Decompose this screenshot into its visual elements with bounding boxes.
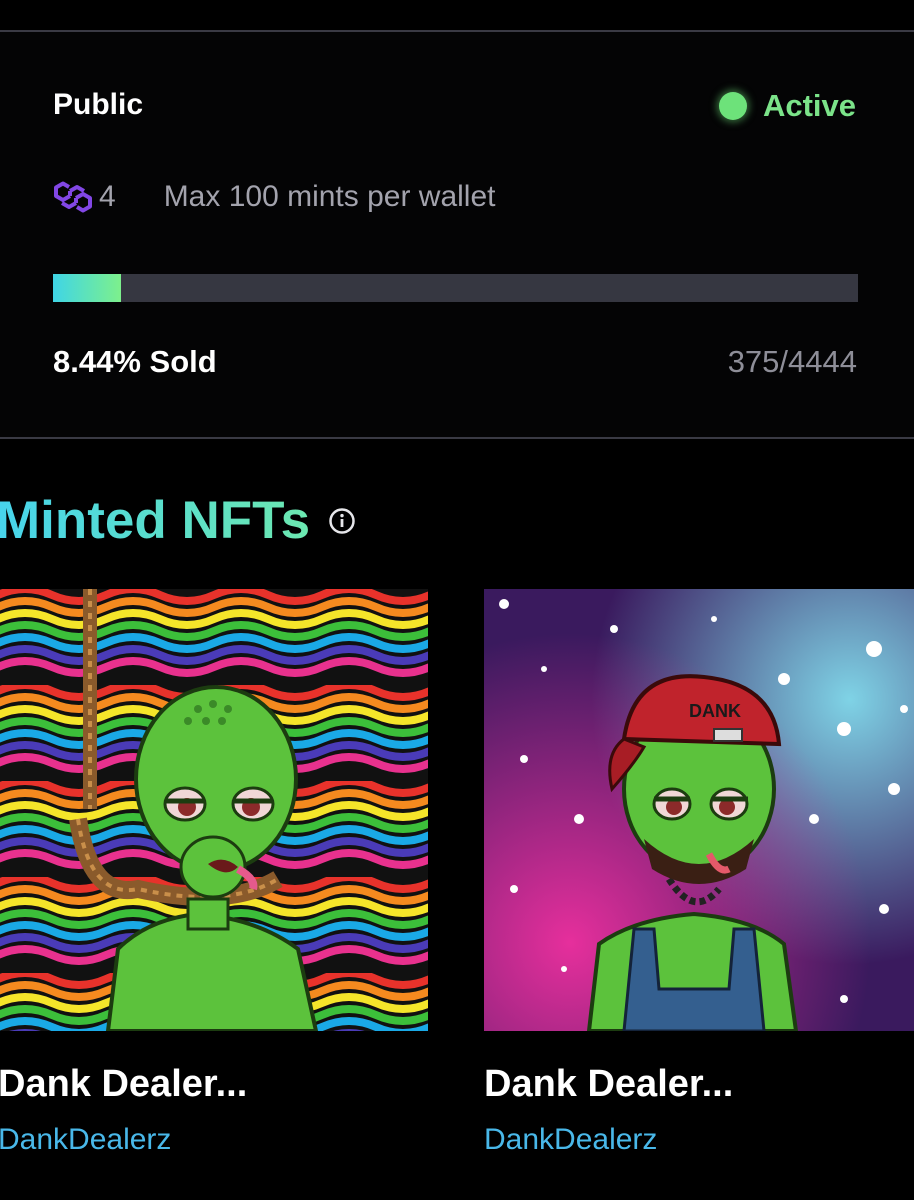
nft-image[interactable] bbox=[0, 589, 428, 1031]
cap-lettering: DANK bbox=[689, 701, 741, 721]
phase-title: Public bbox=[53, 88, 144, 121]
section-title: Minted NFTs bbox=[0, 490, 310, 551]
nft-card[interactable]: DANK Dank Dealer... DankDealerz bbox=[484, 589, 914, 1156]
nft-creator-link[interactable]: DankDealerz bbox=[484, 1123, 657, 1157]
price-row: 4 Max 100 mints per wallet bbox=[53, 180, 496, 214]
mint-phase-panel: Public Active 4 Max 100 mints per wallet… bbox=[0, 30, 914, 439]
status-indicator: Active bbox=[718, 88, 856, 124]
sold-count: 375/4444 bbox=[727, 344, 857, 379]
status-label: Active bbox=[762, 88, 856, 123]
nft-creator-link[interactable]: DankDealerz bbox=[0, 1123, 171, 1157]
status-dot-icon bbox=[718, 92, 747, 120]
sold-percent: 8.44% Sold bbox=[53, 344, 217, 379]
nft-image[interactable]: DANK bbox=[484, 589, 914, 1031]
nft-card[interactable]: Dank Dealer... DankDealerz bbox=[0, 589, 428, 1156]
info-icon[interactable] bbox=[328, 507, 356, 535]
nft-title[interactable]: Dank Dealer... bbox=[484, 1063, 733, 1106]
mint-limit-text: Max 100 mints per wallet bbox=[163, 180, 496, 213]
mint-progress-bar bbox=[53, 274, 858, 302]
polygon-icon bbox=[54, 181, 92, 213]
mint-progress-fill bbox=[53, 274, 121, 302]
mint-price: 4 bbox=[99, 180, 116, 213]
nft-artwork-alien-space: DANK bbox=[484, 589, 914, 1031]
minted-nfts-header: Minted NFTs bbox=[0, 490, 356, 551]
nft-artwork-alien-rainbow bbox=[0, 589, 428, 1031]
nft-title[interactable]: Dank Dealer... bbox=[0, 1063, 247, 1106]
